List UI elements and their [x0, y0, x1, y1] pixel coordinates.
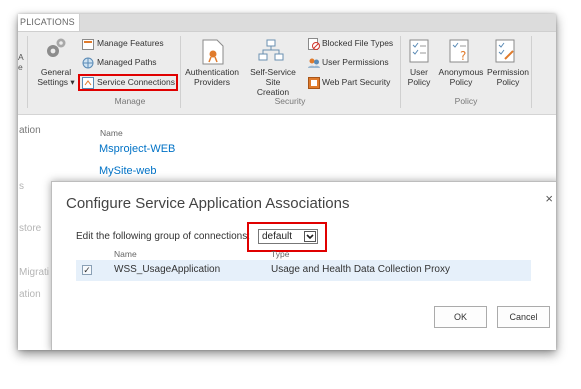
web-part-security-button[interactable]: Web Part Security	[322, 77, 390, 87]
ribbon-separator	[531, 36, 532, 108]
security-group-label: Security	[274, 96, 306, 106]
user-permissions-button[interactable]: User Permissions	[322, 57, 389, 67]
general-settings-label-1: General	[40, 67, 72, 77]
web-part-security-icon	[308, 76, 320, 94]
general-settings-button[interactable]: General Settings ▾	[34, 67, 78, 87]
general-settings-label-2: Settings ▾	[37, 77, 75, 87]
anonymous-policy-icon: ?	[449, 39, 471, 68]
authentication-providers-icon	[202, 39, 224, 70]
blocked-file-types-icon	[308, 37, 320, 55]
left-fragment-1: A	[18, 52, 24, 62]
user-policy-label-2: Policy	[407, 77, 431, 87]
left-fragment-2: e	[18, 62, 23, 72]
self-service-site-icon	[258, 39, 284, 68]
anonymous-policy-label-2: Policy	[449, 77, 473, 87]
ribbon-separator	[27, 36, 28, 108]
group-select-highlight	[247, 222, 327, 252]
ok-button[interactable]: OK	[434, 306, 487, 328]
screenshot-frame: PLICATIONS A e General Settings ▾ Manage…	[18, 14, 556, 350]
close-icon[interactable]: ×	[545, 191, 553, 206]
authentication-providers-label-1: Authentication	[185, 67, 239, 77]
row-type: Usage and Health Data Collection Proxy	[271, 264, 450, 275]
user-policy-label-1: User	[410, 67, 428, 77]
blocked-file-types-button[interactable]: Blocked File Types	[322, 38, 393, 48]
anonymous-policy-label-1: Anonymous	[438, 67, 484, 77]
tab-applications[interactable]: PLICATIONS	[18, 14, 80, 32]
authentication-providers-button[interactable]: Authentication Providers	[181, 67, 243, 87]
gears-icon	[44, 36, 68, 65]
svg-text:?: ?	[460, 49, 466, 63]
authentication-providers-label-2: Providers	[194, 77, 230, 87]
policy-group-label: Policy	[454, 96, 478, 106]
ribbon: PLICATIONS A e General Settings ▾ Manage…	[18, 14, 556, 115]
manage-group-label: Manage	[114, 96, 146, 106]
user-permissions-icon	[308, 56, 320, 74]
dialog-title: Configure Service Application Associatio…	[66, 195, 350, 212]
permission-policy-label-2: Policy	[496, 77, 520, 87]
permission-policy-label-1: Permission	[486, 67, 530, 77]
configure-associations-dialog: Configure Service Application Associatio…	[51, 181, 556, 350]
edit-group-label: Edit the following group of connections:	[76, 231, 250, 242]
manage-features-button[interactable]: Manage Features	[97, 38, 164, 48]
site-link[interactable]: Msproject-WEB	[99, 143, 175, 155]
user-policy-button[interactable]: User Policy	[401, 67, 437, 87]
anonymous-policy-button[interactable]: Anonymous Policy	[436, 67, 486, 87]
row-name: WSS_UsageApplication	[114, 264, 221, 275]
permission-policy-icon	[495, 39, 517, 68]
cancel-button[interactable]: Cancel	[497, 306, 550, 328]
self-service-label-1: Self-Service Site	[250, 67, 296, 87]
type-column-header: Type	[271, 249, 290, 259]
user-policy-icon	[409, 39, 431, 68]
table-row[interactable]: ✓ WSS_UsageApplication Usage and Health …	[76, 260, 531, 281]
name-column-header: Name	[114, 249, 137, 259]
managed-paths-button[interactable]: Managed Paths	[97, 57, 157, 67]
row-checkbox[interactable]: ✓	[82, 265, 92, 275]
permission-policy-button[interactable]: Permission Policy	[485, 67, 531, 87]
manage-features-icon	[82, 37, 94, 55]
name-column-header: Name	[100, 128, 123, 138]
service-connections-highlight	[78, 74, 178, 91]
managed-paths-icon	[82, 56, 94, 74]
ribbon-tab-strip	[18, 14, 556, 32]
left-nav-item[interactable]: ation	[19, 125, 41, 136]
site-link[interactable]: MySite-web	[99, 165, 156, 177]
self-service-site-creation-button[interactable]: Self-Service Site Creation	[242, 67, 304, 97]
